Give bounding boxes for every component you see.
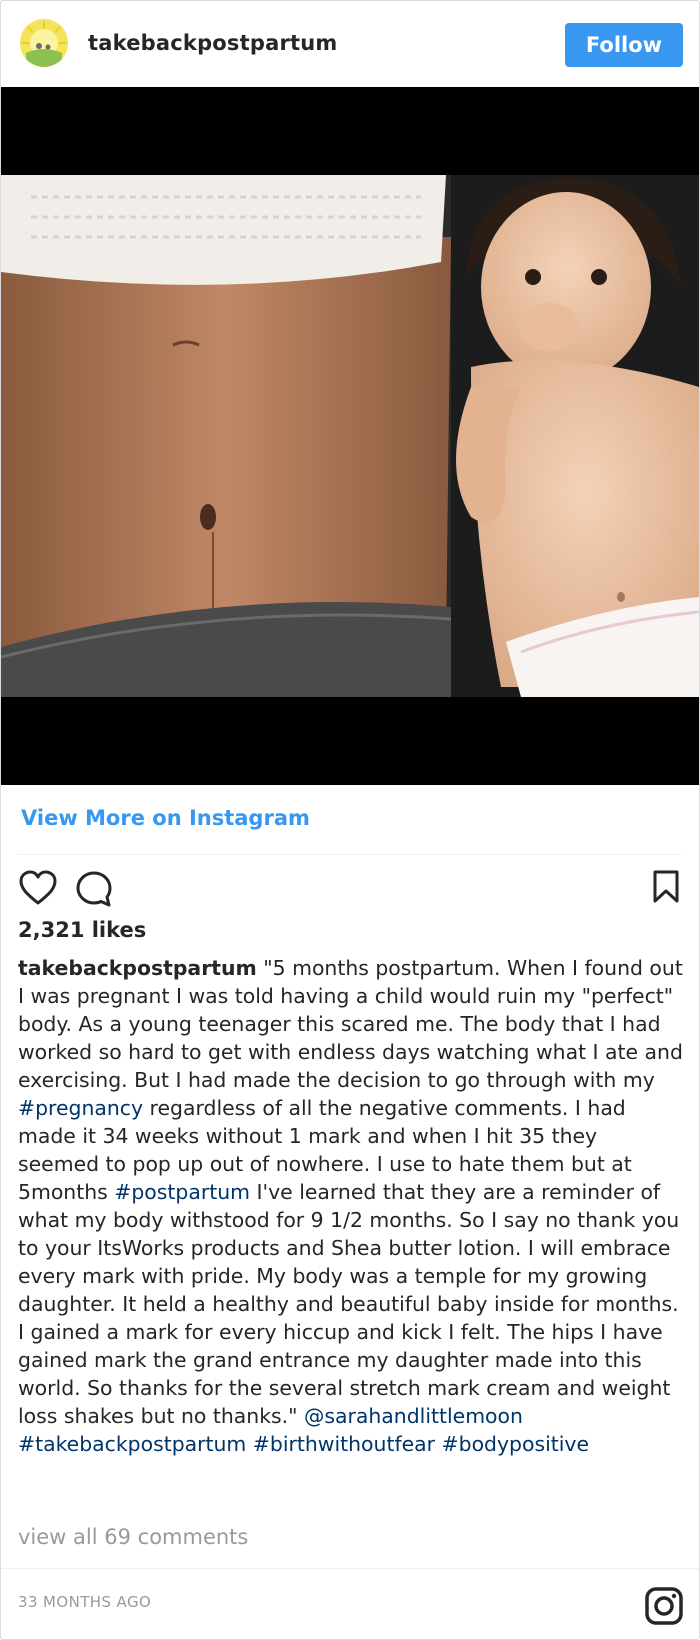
footer-divider xyxy=(1,1568,699,1569)
hashtag-takebackpostpartum[interactable]: #takebackpostpartum xyxy=(18,1432,246,1456)
post-header: takebackpostpartum Follow xyxy=(1,1,699,87)
post-username[interactable]: takebackpostpartum xyxy=(88,31,338,55)
view-more-link[interactable]: View More on Instagram xyxy=(21,806,310,830)
hashtag-bodypositive[interactable]: #bodypositive xyxy=(442,1432,590,1456)
comment-icon[interactable] xyxy=(75,870,113,912)
profile-avatar[interactable] xyxy=(20,19,68,67)
post-photo[interactable] xyxy=(1,87,699,785)
heart-icon[interactable] xyxy=(18,870,58,910)
caption-username[interactable]: takebackpostpartum xyxy=(18,956,257,980)
hashtag-birthwithoutfear[interactable]: #birthwithoutfear xyxy=(253,1432,435,1456)
likes-count[interactable]: 2,321 likes xyxy=(18,918,146,942)
follow-button[interactable]: Follow xyxy=(565,23,683,67)
caption-text-part-3: I've learned that they are a reminder of… xyxy=(18,1180,680,1428)
hashtag-pregnancy[interactable]: #pregnancy xyxy=(18,1096,143,1120)
instagram-embed-card: takebackpostpartum Follow View More on I… xyxy=(0,0,700,1640)
post-caption: takebackpostpartum "5 months postpartum.… xyxy=(18,954,683,1458)
hashtag-postpartum[interactable]: #postpartum xyxy=(114,1180,250,1204)
mention-sarahandlittlemoon[interactable]: @sarahandlittlemoon xyxy=(304,1404,523,1428)
view-all-comments-link[interactable]: view all 69 comments xyxy=(18,1525,248,1549)
divider xyxy=(18,854,681,855)
bookmark-icon[interactable] xyxy=(652,870,680,908)
post-timestamp[interactable]: 33 MONTHS AGO xyxy=(18,1593,151,1611)
instagram-logo-icon[interactable] xyxy=(644,1586,684,1630)
